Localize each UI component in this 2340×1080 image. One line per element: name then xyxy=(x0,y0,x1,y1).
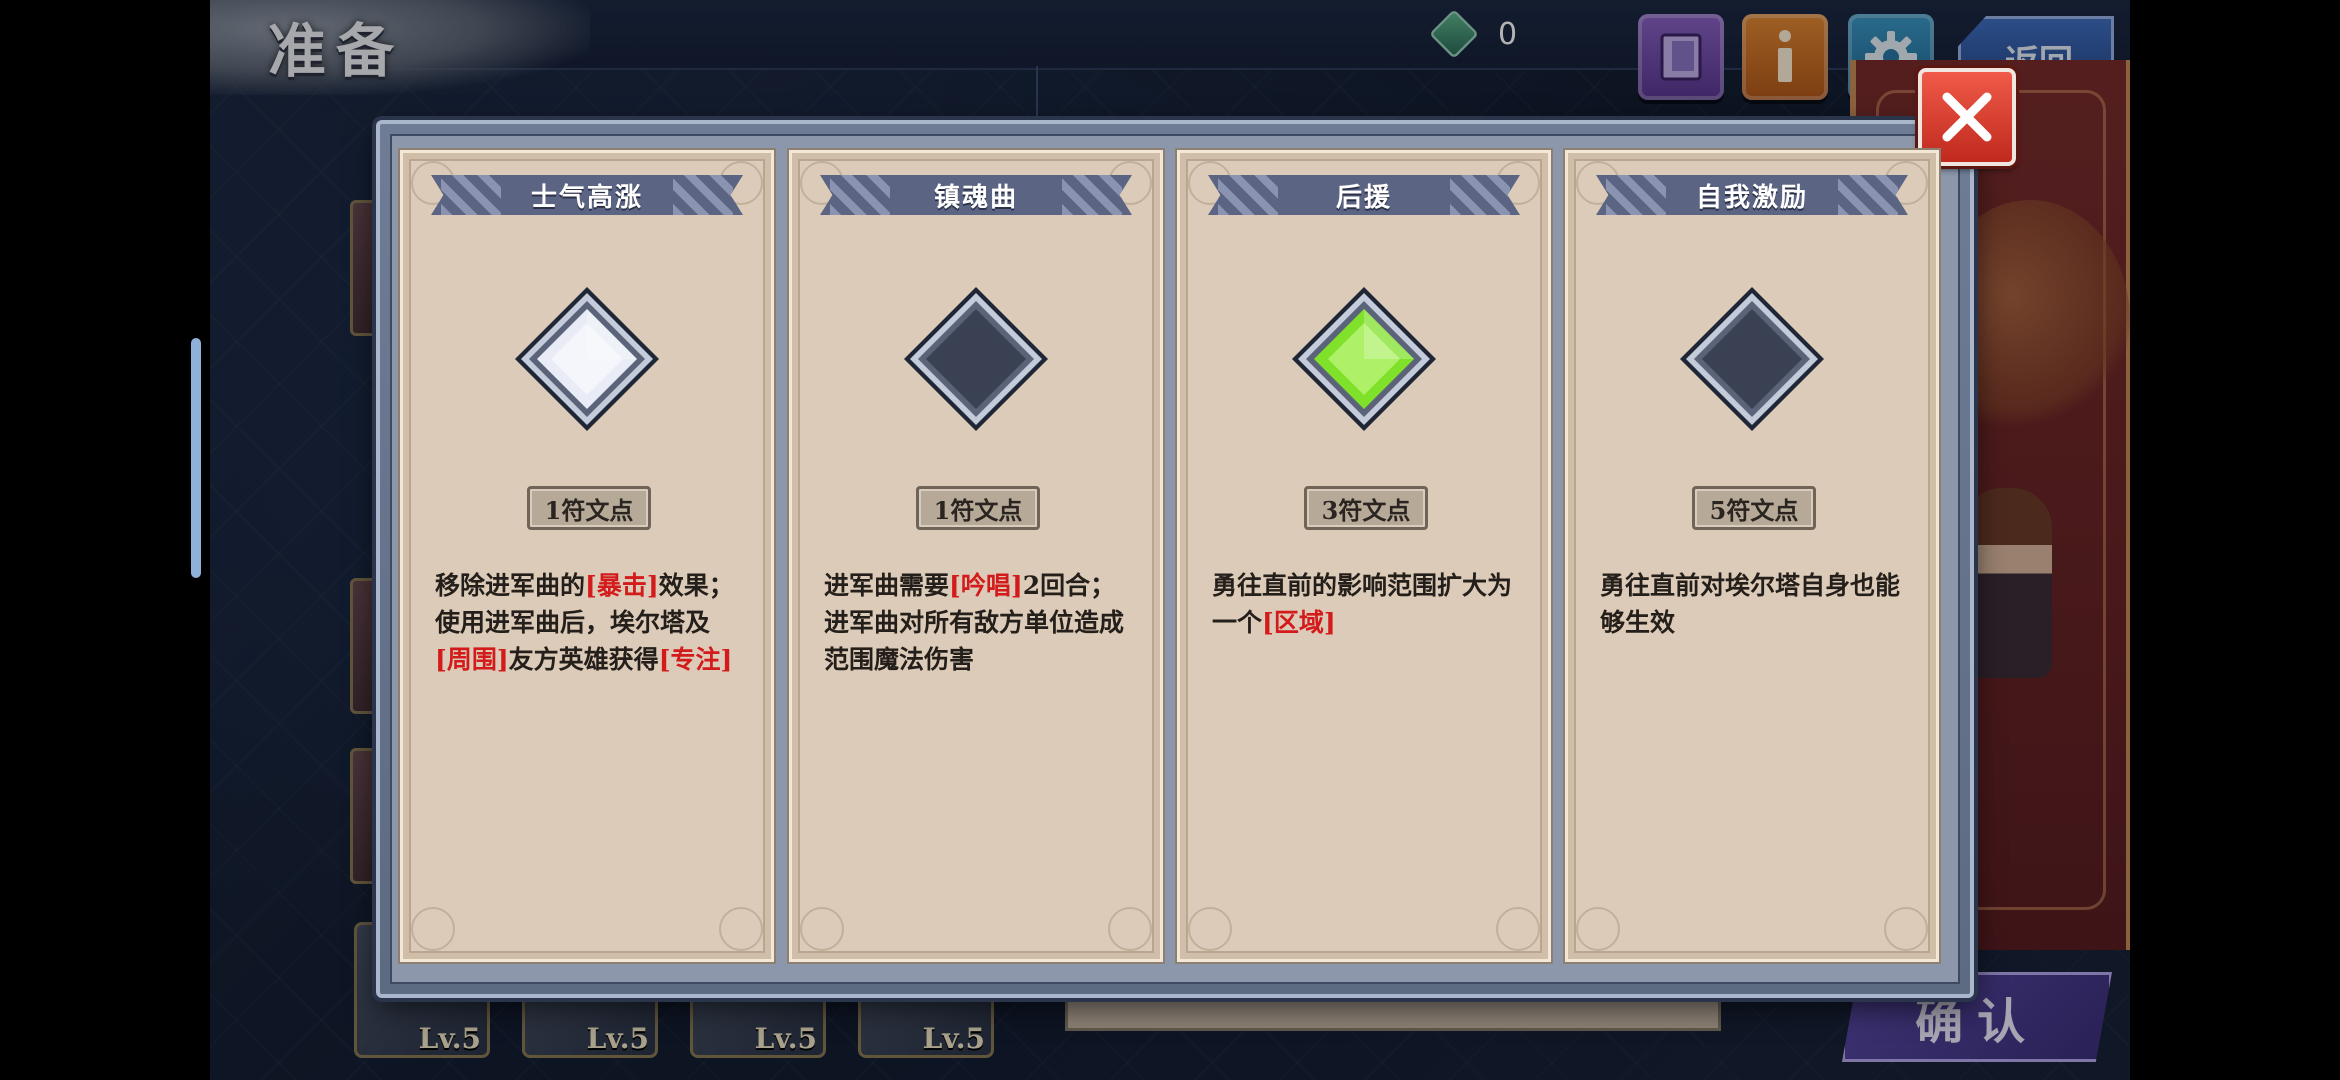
rune-gem-icon xyxy=(904,287,1048,431)
card-title-banner: 后援 xyxy=(1208,175,1520,215)
rune-description: 勇往直前的影响范围扩大为一个[区域] xyxy=(1212,567,1518,641)
description-text: 进军曲需要 xyxy=(824,571,950,600)
card-title: 士气高涨 xyxy=(530,182,643,213)
card-corner-ornament xyxy=(1496,907,1540,951)
keyword-highlight: [区域] xyxy=(1262,608,1336,637)
card-title: 镇魂曲 xyxy=(933,182,1018,213)
rune-description: 勇往直前对埃尔塔自身也能够生效 xyxy=(1600,567,1906,641)
rune-gem-icon xyxy=(515,287,659,431)
description-text: 移除进军曲的 xyxy=(435,571,586,600)
rune-gem-icon xyxy=(1680,287,1824,431)
card-corner-ornament xyxy=(411,907,455,951)
rune-gem-icon xyxy=(1292,287,1436,431)
keyword-highlight: [周围] xyxy=(435,645,509,674)
description-text: 友方英雄获得 xyxy=(508,645,659,674)
rune-description: 进军曲需要[吟唱]2回合；进军曲对所有敌方单位造成范围魔法伤害 xyxy=(824,567,1130,678)
card-title-banner: 镇魂曲 xyxy=(820,175,1132,215)
card-corner-ornament xyxy=(1576,907,1620,951)
card-corner-ornament xyxy=(800,907,844,951)
rune-option-card[interactable]: 后援 3符文点勇往直前的影响范围扩大为一个[区域] xyxy=(1177,150,1551,962)
rune-cost-badge: 5符文点 xyxy=(1692,486,1816,530)
card-title-banner: 自我激励 xyxy=(1596,175,1908,215)
card-title-banner: 士气高涨 xyxy=(431,175,743,215)
rune-cost: 1符文点 xyxy=(933,495,1023,525)
card-corner-ornament xyxy=(1188,907,1232,951)
card-corner-ornament xyxy=(719,907,763,951)
rune-cost: 3符文点 xyxy=(1321,495,1411,525)
card-title: 自我激励 xyxy=(1695,182,1808,213)
scroll-indicator[interactable] xyxy=(191,338,201,578)
rune-option-card[interactable]: 士气高涨 1符文点移除进军曲的[暴击]效果；使用进军曲后，埃尔塔及[周围]友方英雄… xyxy=(400,150,774,962)
keyword-highlight: [吟唱] xyxy=(949,571,1023,600)
rune-option-card[interactable]: 镇魂曲 1符文点进军曲需要[吟唱]2回合；进军曲对所有敌方单位造成范围魔法伤害 xyxy=(789,150,1163,962)
description-text: 勇往直前的影响范围扩大为一个 xyxy=(1212,571,1513,637)
keyword-highlight: [暴击] xyxy=(585,571,659,600)
rune-description: 移除进军曲的[暴击]效果；使用进军曲后，埃尔塔及[周围]友方英雄获得[专注] xyxy=(435,567,741,678)
card-corner-ornament xyxy=(1108,907,1152,951)
rune-cost-badge: 1符文点 xyxy=(916,486,1040,530)
rune-cost: 1符文点 xyxy=(544,495,634,525)
rune-cost: 5符文点 xyxy=(1709,495,1799,525)
rune-cost-badge: 3符文点 xyxy=(1304,486,1428,530)
description-text: 勇往直前对埃尔塔自身也能够生效 xyxy=(1600,571,1901,637)
keyword-highlight: [专注] xyxy=(658,645,733,674)
card-title: 后援 xyxy=(1335,182,1392,213)
rune-option-card[interactable]: 自我激励 5符文点勇往直前对埃尔塔自身也能够生效 xyxy=(1565,150,1939,962)
card-corner-ornament xyxy=(1884,907,1928,951)
close-icon xyxy=(1942,92,1992,142)
rune-cost-badge: 1符文点 xyxy=(527,486,651,530)
